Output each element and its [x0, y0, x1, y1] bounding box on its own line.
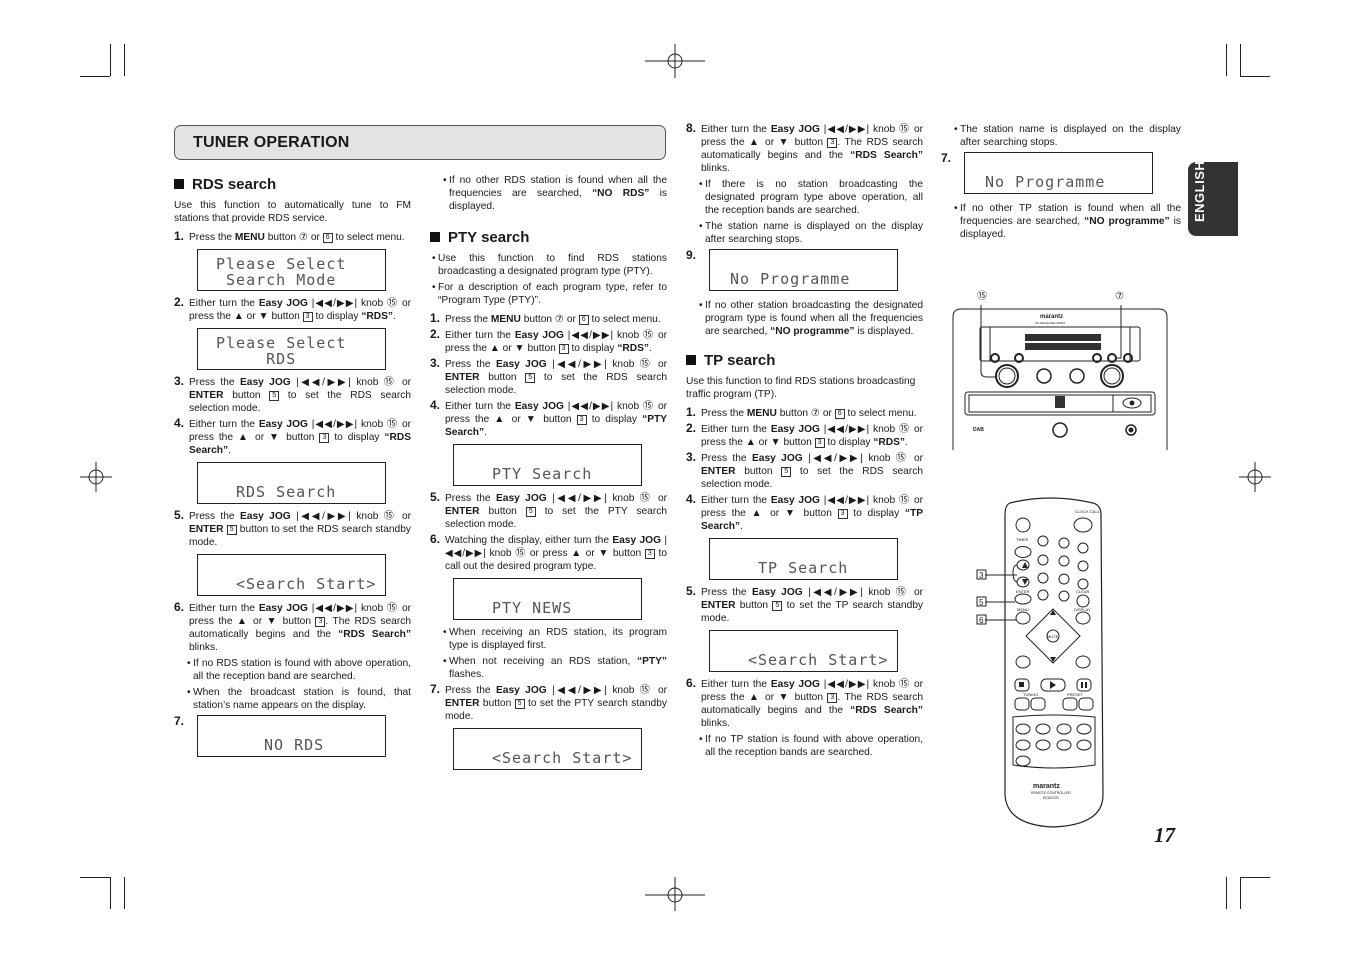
- pty-step-6: 6. Watching the display, either turn the …: [430, 532, 668, 573]
- pty-step-1: 1. Press the MENU button ⑦ or 6 to select…: [430, 311, 661, 325]
- section-title: TUNER OPERATION: [193, 134, 350, 151]
- pty-intro-bullet: Use this function to find RDS stations b…: [430, 252, 667, 278]
- callout-6: 6: [979, 616, 984, 625]
- tp-intro: Use this function to find RDS stations b…: [686, 376, 916, 400]
- page-number: 17: [1154, 823, 1175, 847]
- pty-step-4: 4. Either turn the Easy JOG |◀◀/▶▶| knob …: [430, 398, 668, 439]
- pty-step-7: 7. Press the Easy JOG |◀◀/▶▶| knob ⑮ or E…: [430, 682, 667, 723]
- tp-step-7: 7. No Programme: [941, 152, 1181, 198]
- rds-step-6: 6. Either turn the Easy JOG |◀◀/▶▶| knob …: [174, 600, 412, 654]
- language-tab-label: ENGLISH: [1192, 160, 1207, 222]
- lcd-display: PTY NEWS: [453, 578, 642, 620]
- pty-heading: PTY search: [430, 229, 667, 247]
- lcd-display: <Search Start>: [197, 554, 386, 596]
- pty-step-3: 3. Press the Easy JOG |◀◀/▶▶| knob ⑮ or E…: [430, 356, 667, 397]
- square-bullet-icon: [430, 232, 440, 242]
- lcd-display: <Search Start>: [453, 728, 642, 770]
- remote-preset-label: PRESET: [1067, 692, 1084, 697]
- pty-step-9: 9. No Programme: [686, 249, 923, 295]
- rds-step-4: 4. Either turn the Easy JOG |◀◀/▶▶| knob …: [174, 416, 412, 457]
- rds-step-1: 1. Press the MENU button ⑦ or 6 to select…: [174, 229, 405, 243]
- rds-step-3: 3. Press the Easy JOG |◀◀/▶▶| knob ⑮ or E…: [174, 374, 411, 415]
- lcd-display: No Programme: [709, 249, 898, 291]
- callout-15: ⑮: [977, 290, 987, 302]
- rds-step-7: 7. NO RDS: [174, 715, 411, 761]
- pty-bullet: If no other station broadcasting the des…: [686, 299, 923, 338]
- tp-bullet: If no other TP station is found when all…: [941, 202, 1181, 241]
- pty-intro-bullet: For a description of each program type, …: [430, 281, 667, 307]
- language-tab: ENGLISH: [1188, 160, 1238, 236]
- remote-mute-label: MUTE: [1047, 634, 1059, 639]
- tp-bullet: If no TP station is found with above ope…: [686, 733, 923, 759]
- remote-brand: marantz: [1033, 783, 1060, 790]
- dab-logo: DAB: [973, 427, 984, 433]
- rds-intro: Use this function to automatically tune …: [174, 200, 411, 224]
- section-header: TUNER OPERATION: [174, 125, 666, 160]
- device-brand: marantz: [1040, 314, 1063, 320]
- pty-search-column: If no other RDS station is found when al…: [430, 174, 667, 776]
- remote-enter-label: ENTER: [1016, 589, 1030, 594]
- receiver-illustration: ⑮ ⑦ marantz CD RECEIVER SR801 DAB: [952, 290, 1168, 450]
- remote-menu-label: MENU: [1017, 607, 1029, 612]
- lcd-display: TP Search: [709, 538, 898, 580]
- lcd-display: Please Select Search Mode: [197, 249, 386, 291]
- tp-step-5: 5. Press the Easy JOG |◀◀/▶▶| knob ⑮ or E…: [686, 584, 923, 625]
- rds-bullet-no-rds: If no other RDS station is found when al…: [430, 174, 667, 213]
- tp-step-3: 3. Press the Easy JOG |◀◀/▶▶| knob ⑮ or E…: [686, 450, 923, 491]
- remote-model: RC801CR: [1043, 796, 1059, 800]
- rds-bullet: If no RDS station is found with above op…: [174, 657, 411, 683]
- callout-5: 5: [979, 598, 984, 607]
- remote-label: REMOTE CONTROLLER: [1031, 791, 1071, 795]
- lcd-display: Please Select RDS: [197, 328, 386, 370]
- pty-step-2: 2. Either turn the Easy JOG |◀◀/▶▶| knob …: [430, 327, 668, 354]
- rds-step-2: 2. Either turn the Easy JOG |◀◀/▶▶| knob …: [174, 295, 412, 322]
- tp-continued-column: The station name is displayed on the dis…: [941, 123, 1181, 244]
- square-bullet-icon: [686, 355, 696, 365]
- lcd-display: <Search Start>: [709, 630, 898, 672]
- pty-bullet: If there is no station broadcasting the …: [686, 178, 923, 217]
- tp-step-6: 6. Either turn the Easy JOG |◀◀/▶▶| knob …: [686, 676, 924, 730]
- remote-clock-label: CLOCK CALL: [1075, 509, 1101, 514]
- lcd-display: NO RDS: [197, 715, 386, 757]
- pty-bullet: The station name is displayed on the dis…: [686, 220, 923, 246]
- remote-tuning-label: TUNING: [1023, 692, 1038, 697]
- callout-7: ⑦: [1115, 291, 1124, 302]
- tp-step-4: 4. Either turn the Easy JOG |◀◀/▶▶| knob …: [686, 492, 924, 533]
- lcd-display: PTY Search: [453, 444, 642, 486]
- rds-heading: RDS search: [174, 176, 411, 194]
- lcd-display: No Programme: [964, 152, 1153, 194]
- remote-illustration: 3 5 6 CLOCK CALL TIMER ENTER CLEAR MENU …: [976, 497, 1104, 828]
- rds-step-5: 5. Press the Easy JOG |◀◀/▶▶| knob ⑮ or E…: [174, 508, 411, 549]
- callout-3: 3: [979, 571, 984, 580]
- tp-step-1: 1. Press the MENU button ⑦ or 6 to select…: [686, 405, 917, 419]
- pty-step-8: 8. Either turn the Easy JOG |◀◀/▶▶| knob …: [686, 121, 924, 175]
- pty-bullet: When not receiving an RDS station, “PTY”…: [430, 655, 667, 681]
- rds-search-column: RDS search Use this function to automati…: [174, 176, 411, 765]
- square-bullet-icon: [174, 179, 184, 189]
- remote-display-label: DISPLAY: [1074, 607, 1091, 612]
- lcd-display: RDS Search: [197, 462, 386, 504]
- tp-bullet: The station name is displayed on the dis…: [941, 123, 1181, 149]
- tp-heading: TP search: [686, 352, 923, 370]
- tp-step-2: 2. Either turn the Easy JOG |◀◀/▶▶| knob …: [686, 421, 924, 448]
- pty-bullet: When receiving an RDS station, its progr…: [430, 626, 667, 652]
- pty-step-5: 5. Press the Easy JOG |◀◀/▶▶| knob ⑮ or E…: [430, 490, 667, 531]
- tp-search-column: 8. Either turn the Easy JOG |◀◀/▶▶| knob …: [686, 121, 924, 762]
- device-model: CD RECEIVER SR801: [1035, 321, 1066, 325]
- rds-bullet: When the broadcast station is found, tha…: [174, 686, 411, 712]
- remote-clear-label: CLEAR: [1076, 589, 1089, 594]
- remote-timer-label: TIMER: [1016, 537, 1029, 542]
